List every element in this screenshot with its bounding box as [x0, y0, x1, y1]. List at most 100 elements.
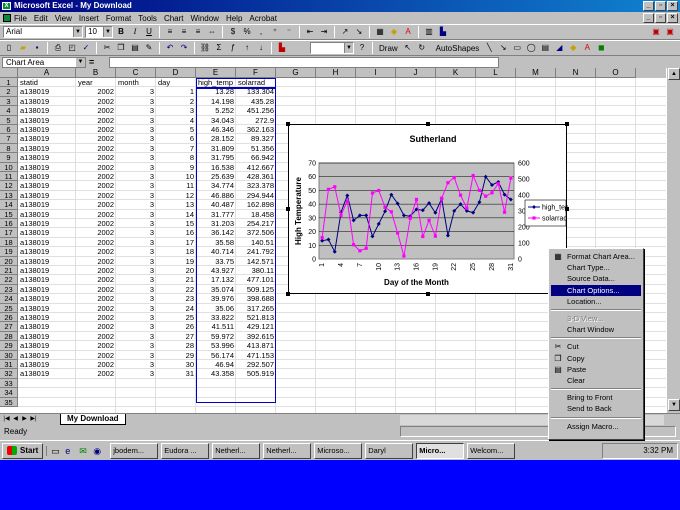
cell[interactable]: 26	[156, 322, 196, 331]
cell[interactable]: 3	[116, 257, 156, 266]
cell[interactable]: 31.203	[196, 219, 236, 228]
cell[interactable]: 3	[116, 116, 156, 125]
cell[interactable]: 3	[116, 322, 156, 331]
menu-item-chart-type[interactable]: Chart Type...	[551, 262, 641, 273]
cell[interactable]: 428.361	[236, 172, 276, 181]
cell[interactable]: 9	[156, 163, 196, 172]
cell[interactable]: 2002	[76, 200, 116, 209]
channels-icon[interactable]: ◉	[93, 446, 103, 456]
cell[interactable]: 3	[116, 294, 156, 303]
oval-icon[interactable]: ◯	[525, 42, 537, 54]
zoom-select[interactable]: ▼	[310, 42, 354, 54]
cell[interactable]: 43.358	[196, 369, 236, 378]
cell[interactable]: 241.792	[236, 247, 276, 256]
cell[interactable]: 2002	[76, 257, 116, 266]
cell[interactable]: 14	[156, 210, 196, 219]
column-header-c[interactable]: C	[116, 68, 156, 78]
vertical-scrollbar[interactable]: ▲ ▼	[666, 68, 680, 413]
cell[interactable]: a138019	[18, 332, 76, 341]
cell[interactable]: a138019	[18, 134, 76, 143]
resize-handle[interactable]	[426, 292, 430, 296]
cell[interactable]: 29	[156, 351, 196, 360]
cell[interactable]: 7	[156, 144, 196, 153]
cell[interactable]: 2002	[76, 360, 116, 369]
cell[interactable]: 3	[116, 228, 156, 237]
cell[interactable]: 2002	[76, 247, 116, 256]
cell[interactable]: 254.217	[236, 219, 276, 228]
cell[interactable]: a138019	[18, 313, 76, 322]
cell[interactable]: 3	[116, 313, 156, 322]
row-header[interactable]: 1	[0, 78, 18, 88]
cell[interactable]: 2002	[76, 181, 116, 190]
increase-indent-icon[interactable]: ⇥	[318, 26, 330, 38]
cell[interactable]: 2002	[76, 219, 116, 228]
cell[interactable]: 398.688	[236, 294, 276, 303]
textbox-icon[interactable]: ▤	[539, 42, 551, 54]
shadow-icon[interactable]: ◼	[595, 42, 607, 54]
resize-handle[interactable]	[565, 207, 569, 211]
cell[interactable]: a138019	[18, 285, 76, 294]
row-header[interactable]: 10	[0, 162, 18, 172]
cell[interactable]: 28	[156, 341, 196, 350]
cell[interactable]: 392.615	[236, 332, 276, 341]
outlook-icon[interactable]: ✉	[79, 446, 89, 456]
cell[interactable]: 2002	[76, 163, 116, 172]
italic-button[interactable]: I	[129, 26, 141, 38]
autosum-icon[interactable]: Σ	[213, 42, 225, 54]
menu-view[interactable]: View	[55, 14, 72, 23]
merge-center-icon[interactable]: ⇔	[206, 26, 218, 38]
menu-item-clear[interactable]: Clear	[551, 375, 641, 386]
cell[interactable]: 3	[156, 106, 196, 115]
prev-sheet-arrow[interactable]: ◀	[11, 415, 20, 424]
cell[interactable]: 2002	[76, 313, 116, 322]
cell[interactable]: 477.101	[236, 275, 276, 284]
rectangle-icon[interactable]: ▭	[511, 42, 523, 54]
cell[interactable]: 2002	[76, 322, 116, 331]
cell[interactable]: 2002	[76, 275, 116, 284]
row-header[interactable]: 20	[0, 256, 18, 266]
menu-item-paste[interactable]: ▤ Paste	[551, 364, 641, 375]
cell[interactable]: a138019	[18, 266, 76, 275]
taskbar-button[interactable]: Microso...	[314, 442, 363, 459]
currency-icon[interactable]: $	[227, 26, 239, 38]
align-center-icon[interactable]: ≡	[178, 26, 190, 38]
menu-item-format-chart-area[interactable]: ▦ Format Chart Area...	[551, 251, 641, 262]
taskbar-button[interactable]: Welcom...	[467, 442, 516, 459]
cell[interactable]: 3	[116, 125, 156, 134]
cell[interactable]: 2002	[76, 341, 116, 350]
cell[interactable]: 3	[116, 172, 156, 181]
cell[interactable]: 6	[156, 134, 196, 143]
cell[interactable]: a138019	[18, 360, 76, 369]
cell[interactable]: 46.886	[196, 191, 236, 200]
cell[interactable]: 2002	[76, 191, 116, 200]
cell[interactable]: 40.487	[196, 200, 236, 209]
cell[interactable]: 24	[156, 304, 196, 313]
menu-item-cut[interactable]: ✂ Cut	[551, 341, 641, 352]
borders-icon[interactable]: ▦	[374, 26, 386, 38]
cell[interactable]: 3	[116, 369, 156, 378]
cell[interactable]: 133.304	[236, 87, 276, 96]
last-sheet-arrow[interactable]: ▶|	[29, 415, 38, 424]
rotate-text-down-icon[interactable]: ↘	[353, 26, 365, 38]
menu-insert[interactable]: Insert	[79, 14, 99, 23]
ie-icon[interactable]: e	[65, 446, 75, 456]
row-header[interactable]: 19	[0, 247, 18, 257]
cell[interactable]: 3	[116, 360, 156, 369]
cell[interactable]: 272.9	[236, 116, 276, 125]
row-header[interactable]: 31	[0, 360, 18, 370]
cell[interactable]: a138019	[18, 322, 76, 331]
align-right-icon[interactable]: ≡	[192, 26, 204, 38]
column-header-l[interactable]: L	[476, 68, 516, 78]
cell[interactable]: 16.538	[196, 163, 236, 172]
column-header-d[interactable]: D	[156, 68, 196, 78]
cell[interactable]: 292.507	[236, 360, 276, 369]
cell[interactable]: a138019	[18, 219, 76, 228]
cell[interactable]: 56.174	[196, 351, 236, 360]
cell[interactable]: a138019	[18, 106, 76, 115]
menu-item-send-to-back[interactable]: Send to Back	[551, 403, 641, 414]
cell[interactable]: 53.996	[196, 341, 236, 350]
print-preview-icon[interactable]: ◰	[66, 42, 78, 54]
cell[interactable]: 2002	[76, 351, 116, 360]
cell[interactable]: 2002	[76, 153, 116, 162]
cell[interactable]: a138019	[18, 304, 76, 313]
